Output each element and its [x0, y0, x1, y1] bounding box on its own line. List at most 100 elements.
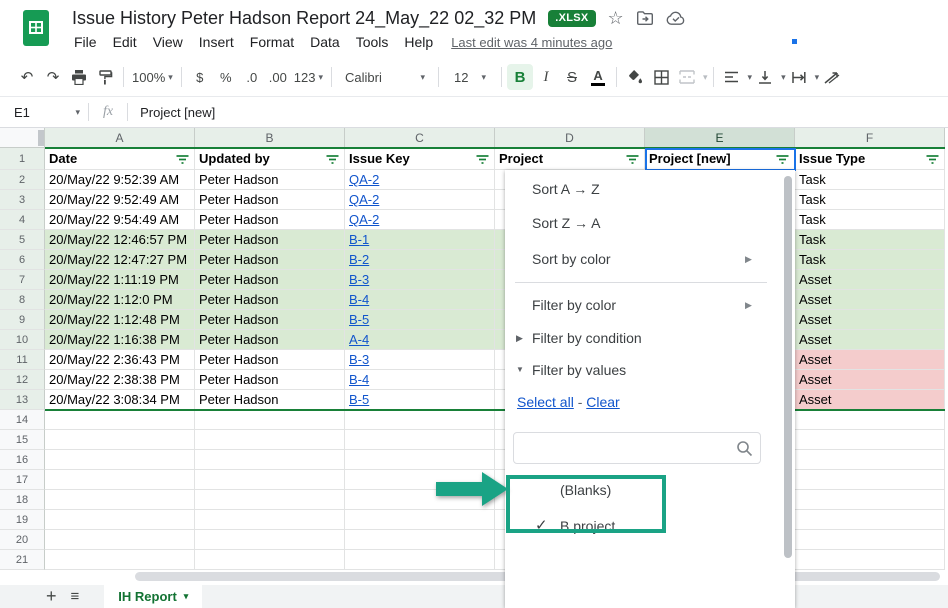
cell-F17[interactable] — [795, 470, 945, 490]
cell-C13[interactable]: B-5 — [345, 390, 495, 410]
cell-B5[interactable]: Peter Hadson — [195, 230, 345, 250]
cell-F1[interactable]: Issue Type — [795, 148, 945, 170]
cell-D1[interactable]: Project — [495, 148, 645, 170]
filter-funnel-icon[interactable] — [476, 154, 489, 165]
cell-B10[interactable]: Peter Hadson — [195, 330, 345, 350]
cell-F13[interactable]: Asset — [795, 390, 945, 410]
issue-key-link[interactable]: B-1 — [349, 232, 369, 247]
menu-tools[interactable]: Tools — [348, 31, 397, 53]
cell-B13[interactable]: Peter Hadson — [195, 390, 345, 410]
cell-A3[interactable]: 20/May/22 9:52:49 AM — [45, 190, 195, 210]
decrease-decimal-button[interactable]: .0 — [239, 64, 265, 90]
cell-C21[interactable] — [345, 550, 495, 570]
cell-B15[interactable] — [195, 430, 345, 450]
row-header-12[interactable]: 12 — [0, 370, 45, 390]
print-button[interactable] — [66, 64, 92, 90]
cell-C10[interactable]: A-4 — [345, 330, 495, 350]
row-header-10[interactable]: 10 — [0, 330, 45, 350]
cell-A4[interactable]: 20/May/22 9:54:49 AM — [45, 210, 195, 230]
issue-key-link[interactable]: B-5 — [349, 312, 369, 327]
font-size-select[interactable]: 12▾ — [444, 64, 496, 90]
row-header-4[interactable]: 4 — [0, 210, 45, 230]
menu-data[interactable]: Data — [302, 31, 348, 53]
column-header-C[interactable]: C — [345, 128, 495, 148]
cell-A1[interactable]: Date — [45, 148, 195, 170]
cell-A16[interactable] — [45, 450, 195, 470]
cell-A17[interactable] — [45, 470, 195, 490]
last-edit-link[interactable]: Last edit was 4 minutes ago — [451, 35, 612, 50]
cell-F14[interactable] — [795, 410, 945, 430]
cell-F10[interactable]: Asset — [795, 330, 945, 350]
clear-link[interactable]: Clear — [586, 394, 619, 410]
cell-A12[interactable]: 20/May/22 2:38:38 PM — [45, 370, 195, 390]
row-header-20[interactable]: 20 — [0, 530, 45, 550]
cell-C12[interactable]: B-4 — [345, 370, 495, 390]
row-header-17[interactable]: 17 — [0, 470, 45, 490]
issue-key-link[interactable]: B-3 — [349, 272, 369, 287]
cell-A5[interactable]: 20/May/22 12:46:57 PM — [45, 230, 195, 250]
cell-B18[interactable] — [195, 490, 345, 510]
cell-C2[interactable]: QA-2 — [345, 170, 495, 190]
issue-key-link[interactable]: B-3 — [349, 352, 369, 367]
strikethrough-button[interactable]: S — [559, 64, 585, 90]
undo-button[interactable]: ↶ — [14, 64, 40, 90]
cell-F4[interactable]: Task — [795, 210, 945, 230]
cell-B12[interactable]: Peter Hadson — [195, 370, 345, 390]
column-header-B[interactable]: B — [195, 128, 345, 148]
select-all-corner[interactable] — [0, 128, 45, 148]
horizontal-align-button[interactable] — [719, 64, 745, 90]
cell-C14[interactable] — [345, 410, 495, 430]
bold-button[interactable]: B — [507, 64, 533, 90]
cell-B19[interactable] — [195, 510, 345, 530]
cell-B1[interactable]: Updated by — [195, 148, 345, 170]
cell-B11[interactable]: Peter Hadson — [195, 350, 345, 370]
filter-search-input[interactable] — [522, 434, 732, 462]
issue-key-link[interactable]: QA-2 — [349, 212, 379, 227]
cell-B21[interactable] — [195, 550, 345, 570]
cell-C6[interactable]: B-2 — [345, 250, 495, 270]
cell-A13[interactable]: 20/May/22 3:08:34 PM — [45, 390, 195, 410]
sort-a-to-z-item[interactable]: Sort A → Z — [505, 174, 777, 204]
issue-key-link[interactable]: B-4 — [349, 292, 369, 307]
cell-F8[interactable]: Asset — [795, 290, 945, 310]
row-header-21[interactable]: 21 — [0, 550, 45, 570]
menu-insert[interactable]: Insert — [191, 31, 242, 53]
zoom-select[interactable]: 100%▾ — [129, 64, 176, 90]
cell-C11[interactable]: B-3 — [345, 350, 495, 370]
sheet-tab-ih-report[interactable]: IH Report▾ — [104, 585, 202, 608]
row-header-19[interactable]: 19 — [0, 510, 45, 530]
row-header-9[interactable]: 9 — [0, 310, 45, 330]
chevron-down-icon[interactable]: ▾ — [703, 72, 708, 83]
text-rotation-button[interactable] — [819, 64, 845, 90]
cell-F15[interactable] — [795, 430, 945, 450]
cell-C3[interactable]: QA-2 — [345, 190, 495, 210]
cell-C15[interactable] — [345, 430, 495, 450]
cell-C8[interactable]: B-4 — [345, 290, 495, 310]
column-header-D[interactable]: D — [495, 128, 645, 148]
more-formats-button[interactable]: 123▾ — [291, 64, 326, 90]
add-sheet-button[interactable]: + — [46, 586, 57, 607]
filter-funnel-icon[interactable] — [926, 154, 939, 165]
issue-key-link[interactable]: QA-2 — [349, 192, 379, 207]
cell-A6[interactable]: 20/May/22 12:47:27 PM — [45, 250, 195, 270]
row-header-8[interactable]: 8 — [0, 290, 45, 310]
cell-A19[interactable] — [45, 510, 195, 530]
cell-F20[interactable] — [795, 530, 945, 550]
cell-F12[interactable]: Asset — [795, 370, 945, 390]
cell-A15[interactable] — [45, 430, 195, 450]
cell-F19[interactable] — [795, 510, 945, 530]
cell-B16[interactable] — [195, 450, 345, 470]
italic-button[interactable]: I — [533, 64, 559, 90]
sort-z-to-a-item[interactable]: Sort Z → A — [505, 208, 777, 238]
format-percent-button[interactable]: % — [213, 64, 239, 90]
filter-menu-scrollbar-thumb[interactable] — [784, 176, 792, 558]
cell-F16[interactable] — [795, 450, 945, 470]
column-header-A[interactable]: A — [45, 128, 195, 148]
row-header-3[interactable]: 3 — [0, 190, 45, 210]
filter-by-condition-item[interactable]: ▶ Filter by condition — [505, 323, 777, 353]
cell-B7[interactable]: Peter Hadson — [195, 270, 345, 290]
name-box[interactable]: E1▾ — [0, 105, 88, 120]
row-header-6[interactable]: 6 — [0, 250, 45, 270]
cell-B6[interactable]: Peter Hadson — [195, 250, 345, 270]
filter-by-color-item[interactable]: Filter by color ▶ — [505, 290, 777, 320]
